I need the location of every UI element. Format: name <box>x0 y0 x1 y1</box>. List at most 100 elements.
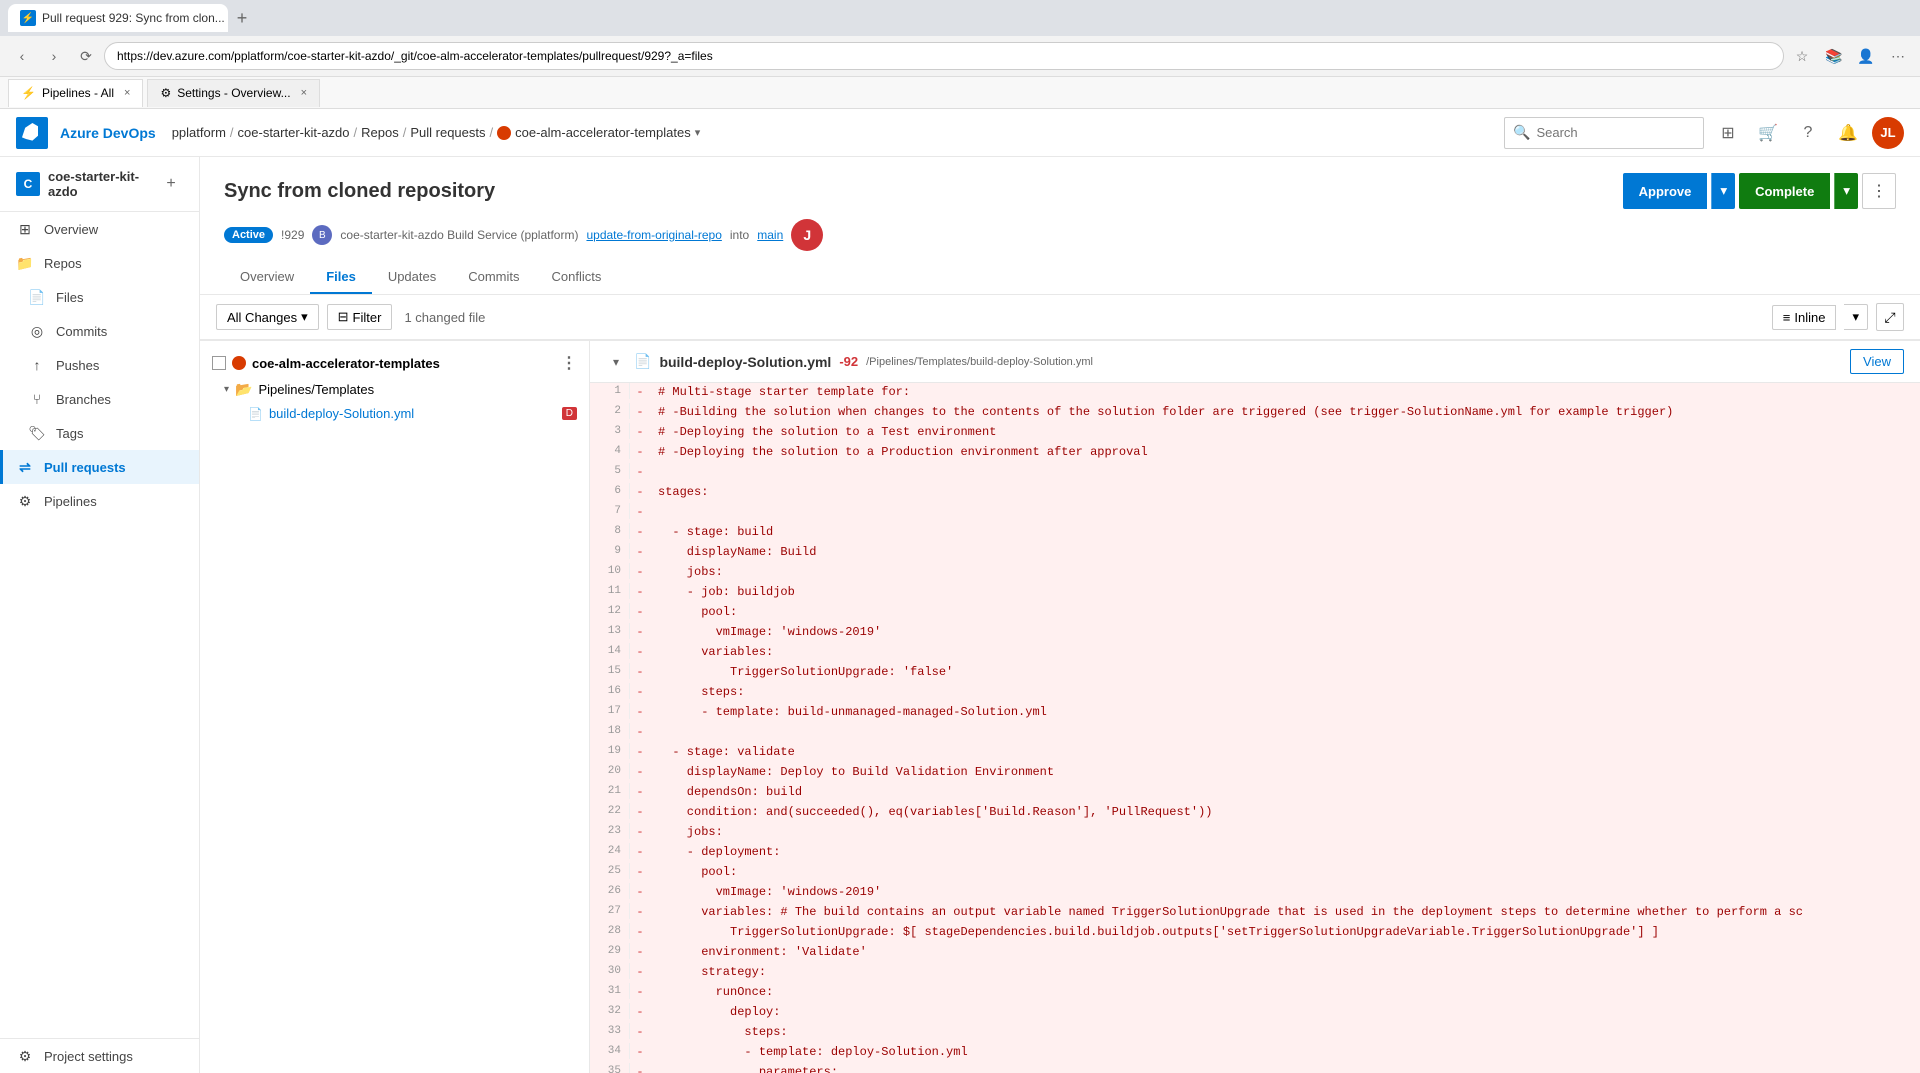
settings-button[interactable]: ⋯ <box>1884 42 1912 70</box>
overview-icon: ⊞ <box>16 220 34 238</box>
line-code: environment: 'Validate' <box>650 943 1920 961</box>
line-number: 13 <box>590 623 630 639</box>
tags-icon: 🏷 <box>28 424 46 442</box>
complete-button[interactable]: Complete <box>1739 173 1830 209</box>
project-name: coe-starter-kit-azdo <box>48 169 151 199</box>
tree-more-button[interactable]: ⋮ <box>561 353 577 373</box>
pr-branch-to[interactable]: main <box>757 228 783 242</box>
tab-commits[interactable]: Commits <box>452 261 535 294</box>
help-button[interactable]: ? <box>1792 117 1824 149</box>
add-project-button[interactable]: + <box>159 172 183 196</box>
sidebar-item-pull-requests[interactable]: ⇌ Pull requests <box>0 450 199 484</box>
notifications-button[interactable]: 🔔 <box>1832 117 1864 149</box>
line-code: steps: <box>650 683 1920 701</box>
sidebar-item-files[interactable]: 📄 Files <box>0 280 199 314</box>
all-changes-dropdown[interactable]: All Changes ▾ <box>216 304 319 330</box>
sidebar-item-tags-label: Tags <box>56 426 83 441</box>
file-type-icon: 📄 <box>248 407 263 421</box>
back-button[interactable]: ‹ <box>8 42 36 70</box>
line-code: TriggerSolutionUpgrade: 'false' <box>650 663 1920 681</box>
pipelines-tab[interactable]: ⚡ Pipelines - All × <box>8 79 143 107</box>
inline-dropdown-button[interactable]: ▾ <box>1844 304 1868 330</box>
approve-button[interactable]: Approve <box>1623 173 1708 209</box>
pr-header: Sync from cloned repository Approve ▾ Co… <box>200 157 1920 295</box>
line-code: steps: <box>650 1023 1920 1041</box>
ado-topnav: Azure DevOps pplatform / coe-starter-kit… <box>0 109 1920 157</box>
favorites-button[interactable]: ☆ <box>1788 42 1816 70</box>
line-number: 18 <box>590 723 630 739</box>
search-box[interactable]: 🔍 <box>1504 117 1704 149</box>
more-options-button[interactable]: ⋮ <box>1862 173 1896 209</box>
account-button[interactable]: 👤 <box>1852 42 1880 70</box>
sidebar-item-repos[interactable]: 📁 Repos <box>0 246 199 280</box>
forward-button[interactable]: › <box>40 42 68 70</box>
breadcrumb-prs[interactable]: Pull requests <box>410 125 485 140</box>
pr-reviewer-avatar: J <box>791 219 823 251</box>
browser-chrome: ⚡ Pull request 929: Sync from clon... × … <box>0 0 1920 77</box>
tree-file-build-deploy[interactable]: 📄 build-deploy-Solution.yml D <box>200 402 589 425</box>
grid-view-button[interactable]: ⊞ <box>1712 117 1744 149</box>
search-input[interactable] <box>1536 125 1695 140</box>
sidebar-item-pushes[interactable]: ↑ Pushes <box>0 348 199 382</box>
pr-author-avatar: B <box>312 225 332 245</box>
breadcrumb-dropdown-icon[interactable]: ▾ <box>695 126 701 139</box>
project-settings-link[interactable]: ⚙ Project settings <box>0 1039 199 1073</box>
refresh-button[interactable]: ⟳ <box>72 42 100 70</box>
diff-collapse-toggle[interactable]: ▾ <box>606 352 626 372</box>
ado-brand: Azure DevOps <box>60 125 156 141</box>
diff-line: 28- TriggerSolutionUpgrade: $[ stageDepe… <box>590 923 1920 943</box>
pr-title: Sync from cloned repository <box>224 180 495 203</box>
line-marker: - <box>630 943 650 961</box>
settings-tab[interactable]: ⚙ Settings - Overview... × <box>147 79 320 107</box>
line-number: 19 <box>590 743 630 759</box>
diff-line: 32- deploy: <box>590 1003 1920 1023</box>
tab-files[interactable]: Files <box>310 261 372 294</box>
sidebar-item-overview[interactable]: ⊞ Overview <box>0 212 199 246</box>
diff-change-count: -92 <box>839 354 858 369</box>
line-number: 32 <box>590 1003 630 1019</box>
tree-folder-pipelines[interactable]: ▾ 📂 Pipelines/Templates <box>200 377 589 402</box>
line-number: 8 <box>590 523 630 539</box>
expand-button[interactable]: ⤢ <box>1876 303 1904 331</box>
basket-button[interactable]: 🛒 <box>1752 117 1784 149</box>
active-tab[interactable]: ⚡ Pull request 929: Sync from clon... × <box>8 4 228 32</box>
sidebar-item-commits[interactable]: ◎ Commits <box>0 314 199 348</box>
sidebar-bottom: ⚙ Project settings <box>0 1038 199 1073</box>
complete-dropdown-button[interactable]: ▾ <box>1834 173 1858 209</box>
folder-arrow-icon: ▾ <box>224 384 229 395</box>
sidebar-item-branches[interactable]: ⑂ Branches <box>0 382 199 416</box>
tab-updates[interactable]: Updates <box>372 261 452 294</box>
breadcrumb-repos[interactable]: Repos <box>361 125 399 140</box>
tree-root-checkbox[interactable] <box>212 356 226 370</box>
new-tab-button[interactable]: + <box>228 4 256 32</box>
approve-dropdown-button[interactable]: ▾ <box>1711 173 1735 209</box>
line-number: 16 <box>590 683 630 699</box>
sidebar-item-overview-label: Overview <box>44 222 98 237</box>
project-settings-icon: ⚙ <box>16 1047 34 1065</box>
tab-conflicts[interactable]: Conflicts <box>536 261 618 294</box>
line-code: dependsOn: build <box>650 783 1920 801</box>
pipelines-tab-close[interactable]: × <box>124 87 130 99</box>
inline-view-button[interactable]: ≡ Inline <box>1772 305 1837 330</box>
breadcrumb-repo-name[interactable]: coe-alm-accelerator-templates <box>515 125 691 140</box>
breadcrumb-pplatform[interactable]: pplatform <box>172 125 226 140</box>
tab-overview[interactable]: Overview <box>224 261 310 294</box>
breadcrumb-project[interactable]: coe-starter-kit-azdo <box>238 125 350 140</box>
breadcrumb-sep-4: / <box>490 125 494 140</box>
filter-button[interactable]: ⊟ Filter <box>327 304 393 330</box>
line-number: 29 <box>590 943 630 959</box>
line-code <box>650 503 1920 507</box>
sidebar-item-pipelines[interactable]: ⚙ Pipelines <box>0 484 199 518</box>
line-code: - template: build-unmanaged-managed-Solu… <box>650 703 1920 721</box>
line-marker: - <box>630 783 650 801</box>
sidebar-item-tags[interactable]: 🏷 Tags <box>0 416 199 450</box>
breadcrumb-sep-3: / <box>403 125 407 140</box>
pr-branch-from[interactable]: update-from-original-repo <box>586 228 721 242</box>
settings-tab-close[interactable]: × <box>301 87 307 99</box>
view-file-button[interactable]: View <box>1850 349 1904 374</box>
diff-line: 10- jobs: <box>590 563 1920 583</box>
collections-button[interactable]: 📚 <box>1820 42 1848 70</box>
user-avatar[interactable]: JL <box>1872 117 1904 149</box>
address-bar[interactable] <box>104 42 1784 70</box>
line-code: displayName: Build <box>650 543 1920 561</box>
